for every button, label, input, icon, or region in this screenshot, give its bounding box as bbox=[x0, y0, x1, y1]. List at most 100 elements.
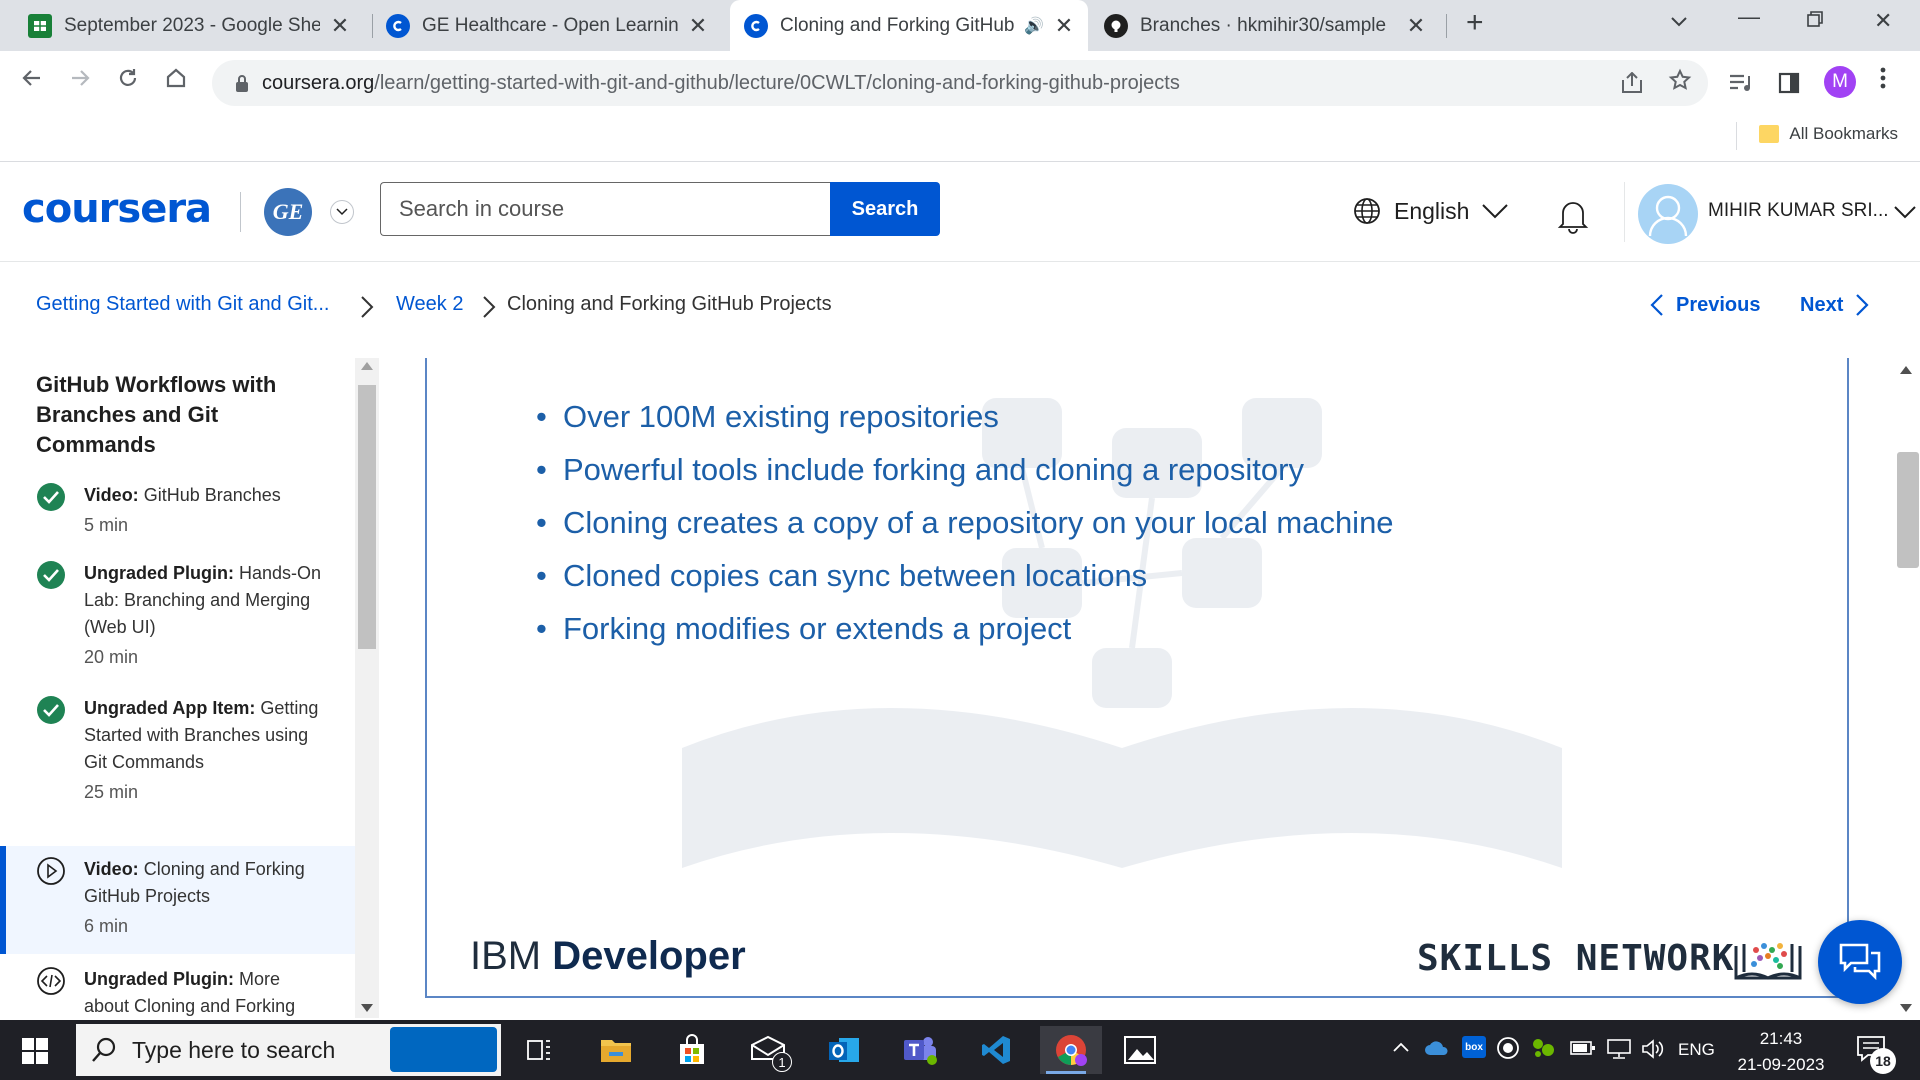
chevron-right-icon bbox=[360, 295, 374, 324]
chrome-icon[interactable] bbox=[1040, 1026, 1102, 1074]
close-icon[interactable]: ✕ bbox=[330, 13, 350, 39]
chat-button[interactable] bbox=[1818, 920, 1902, 1004]
tab-title: Cloning and Forking GitHub Projects bbox=[780, 14, 1016, 36]
tab-ge-healthcare[interactable]: GE Healthcare - Open Learning Platform ✕ bbox=[372, 0, 722, 51]
vscode-icon[interactable] bbox=[970, 1026, 1022, 1074]
clock-time: 21:43 bbox=[1759, 1029, 1803, 1048]
microsoft-store-icon[interactable] bbox=[666, 1026, 718, 1074]
file-explorer-icon[interactable] bbox=[590, 1026, 642, 1074]
box-icon[interactable]: box bbox=[1462, 1036, 1486, 1058]
search-highlight-image[interactable] bbox=[390, 1027, 497, 1072]
breadcrumb-current: Cloning and Forking GitHub Projects bbox=[507, 293, 832, 315]
new-tab-icon[interactable]: + bbox=[1466, 6, 1484, 40]
volume-icon[interactable] bbox=[1640, 1038, 1666, 1065]
vpn-status-icon[interactable] bbox=[1530, 1036, 1556, 1065]
task-view-icon[interactable] bbox=[514, 1026, 566, 1074]
header-divider bbox=[240, 192, 241, 232]
module-title: GitHub Workflows with Branches and Git C… bbox=[36, 372, 277, 457]
completed-check-icon bbox=[36, 482, 66, 512]
page-scrollbar-thumb[interactable] bbox=[1897, 452, 1919, 568]
teams-icon[interactable] bbox=[894, 1026, 946, 1074]
scroll-up-arrow-icon[interactable] bbox=[1900, 366, 1912, 374]
item-type: Video: bbox=[84, 859, 139, 879]
chevron-right-icon bbox=[1856, 294, 1869, 316]
language-label: English bbox=[1394, 197, 1470, 224]
item-type: Ungraded Plugin: bbox=[84, 563, 234, 583]
photos-icon[interactable] bbox=[1114, 1026, 1166, 1074]
tab-title: September 2023 - Google Sheets bbox=[64, 14, 320, 36]
all-bookmarks-button[interactable]: All Bookmarks bbox=[1759, 124, 1898, 144]
site-info-icon[interactable] bbox=[232, 72, 252, 100]
skills-network-logo: SKILLS NETWORK bbox=[1417, 938, 1735, 979]
side-panel-icon[interactable] bbox=[1778, 70, 1800, 101]
previous-button[interactable]: Previous bbox=[1650, 293, 1760, 317]
ge-logo[interactable]: GE bbox=[264, 188, 312, 236]
network-icon[interactable] bbox=[1606, 1038, 1632, 1065]
chat-bubbles-icon bbox=[1839, 943, 1881, 981]
chevron-down-icon[interactable] bbox=[1894, 206, 1916, 224]
outlook-icon[interactable] bbox=[818, 1026, 870, 1074]
menu-kebab-icon[interactable] bbox=[1880, 66, 1886, 97]
profile-avatar[interactable]: M bbox=[1824, 66, 1856, 98]
coursera-logo[interactable]: coursera bbox=[22, 186, 212, 232]
system-clock[interactable]: 21:43 21-09-2023 bbox=[1736, 1026, 1826, 1078]
ibm-developer-logo: IBM Developer bbox=[470, 934, 746, 979]
onedrive-icon[interactable] bbox=[1424, 1040, 1450, 1061]
sidebar-scrollbar-thumb[interactable] bbox=[358, 385, 376, 649]
url-path: /learn/getting-started-with-git-and-gith… bbox=[374, 71, 1180, 94]
forward-icon[interactable] bbox=[68, 66, 92, 97]
tab-google-sheets[interactable]: September 2023 - Google Sheets ✕ bbox=[14, 0, 364, 51]
breadcrumb-week[interactable]: Week 2 bbox=[396, 293, 463, 316]
ge-tray-icon[interactable] bbox=[1496, 1036, 1520, 1065]
search-button[interactable]: Search bbox=[830, 182, 940, 236]
minimize-icon[interactable]: — bbox=[1738, 4, 1760, 30]
user-name[interactable]: MIHIR KUMAR SRI... bbox=[1708, 200, 1889, 222]
all-bookmarks-label: All Bookmarks bbox=[1789, 124, 1898, 143]
media-controls-icon[interactable] bbox=[1728, 70, 1752, 101]
header-divider bbox=[1624, 182, 1625, 242]
globe-icon bbox=[1354, 198, 1380, 224]
restore-icon[interactable] bbox=[1806, 8, 1824, 34]
next-button[interactable]: Next bbox=[1800, 293, 1869, 317]
close-icon[interactable]: ✕ bbox=[688, 13, 708, 39]
tab-title: GE Healthcare - Open Learning Platform bbox=[422, 14, 678, 36]
reload-icon[interactable] bbox=[116, 66, 140, 97]
previous-label: Previous bbox=[1676, 293, 1761, 316]
scroll-down-arrow-icon[interactable] bbox=[1900, 1004, 1912, 1012]
item-duration: 25 min bbox=[84, 782, 139, 802]
org-switcher-chevron-icon[interactable] bbox=[330, 200, 354, 224]
back-icon[interactable] bbox=[20, 66, 44, 97]
language-selector[interactable]: English bbox=[1352, 196, 1509, 226]
breadcrumb-course[interactable]: Getting Started with Git and Git... bbox=[36, 293, 329, 316]
input-language[interactable]: ENG bbox=[1678, 1040, 1715, 1060]
user-avatar[interactable] bbox=[1638, 184, 1698, 244]
home-icon[interactable] bbox=[164, 66, 188, 97]
notification-center-icon[interactable]: 18 bbox=[1856, 1034, 1896, 1074]
tab-cloning-forking[interactable]: Cloning and Forking GitHub Projects 🔊 ✕ bbox=[730, 0, 1088, 51]
show-hidden-icons-chevron-icon[interactable] bbox=[1392, 1038, 1410, 1058]
notifications-bell-icon[interactable] bbox=[1554, 196, 1592, 239]
tab-github-branches[interactable]: Branches · hkmihir30/sample ✕ bbox=[1090, 0, 1440, 51]
bookmarks-bar bbox=[0, 114, 1920, 162]
skills-network-book-icon bbox=[1732, 936, 1804, 987]
scroll-down-arrow-icon[interactable] bbox=[361, 1004, 373, 1012]
code-circle-icon bbox=[36, 966, 66, 996]
mail-icon[interactable]: 1 bbox=[742, 1026, 794, 1074]
slide-bullet: Cloned copies can sync between locations bbox=[536, 549, 1394, 602]
scroll-up-arrow-icon[interactable] bbox=[361, 362, 373, 370]
battery-icon[interactable] bbox=[1570, 1040, 1596, 1061]
window-close-icon[interactable]: ✕ bbox=[1874, 8, 1892, 34]
share-icon[interactable] bbox=[1620, 70, 1644, 101]
bookmark-star-icon[interactable] bbox=[1668, 68, 1692, 99]
address-bar[interactable]: coursera.org/learn/getting-started-with-… bbox=[212, 60, 1708, 106]
course-search-input[interactable] bbox=[380, 182, 830, 236]
tab-search-chevron-icon[interactable] bbox=[1670, 8, 1688, 34]
url-domain: coursera.org bbox=[262, 71, 375, 94]
windows-start-icon[interactable] bbox=[22, 1038, 48, 1069]
slide-bullet-list: Over 100M existing repositories Powerful… bbox=[536, 390, 1394, 655]
speaker-icon[interactable]: 🔊 bbox=[1024, 16, 1044, 36]
close-icon[interactable]: ✕ bbox=[1406, 13, 1426, 39]
close-icon[interactable]: ✕ bbox=[1054, 13, 1074, 39]
tab-separator bbox=[1446, 14, 1447, 38]
ibm-label: IBM bbox=[470, 934, 542, 978]
